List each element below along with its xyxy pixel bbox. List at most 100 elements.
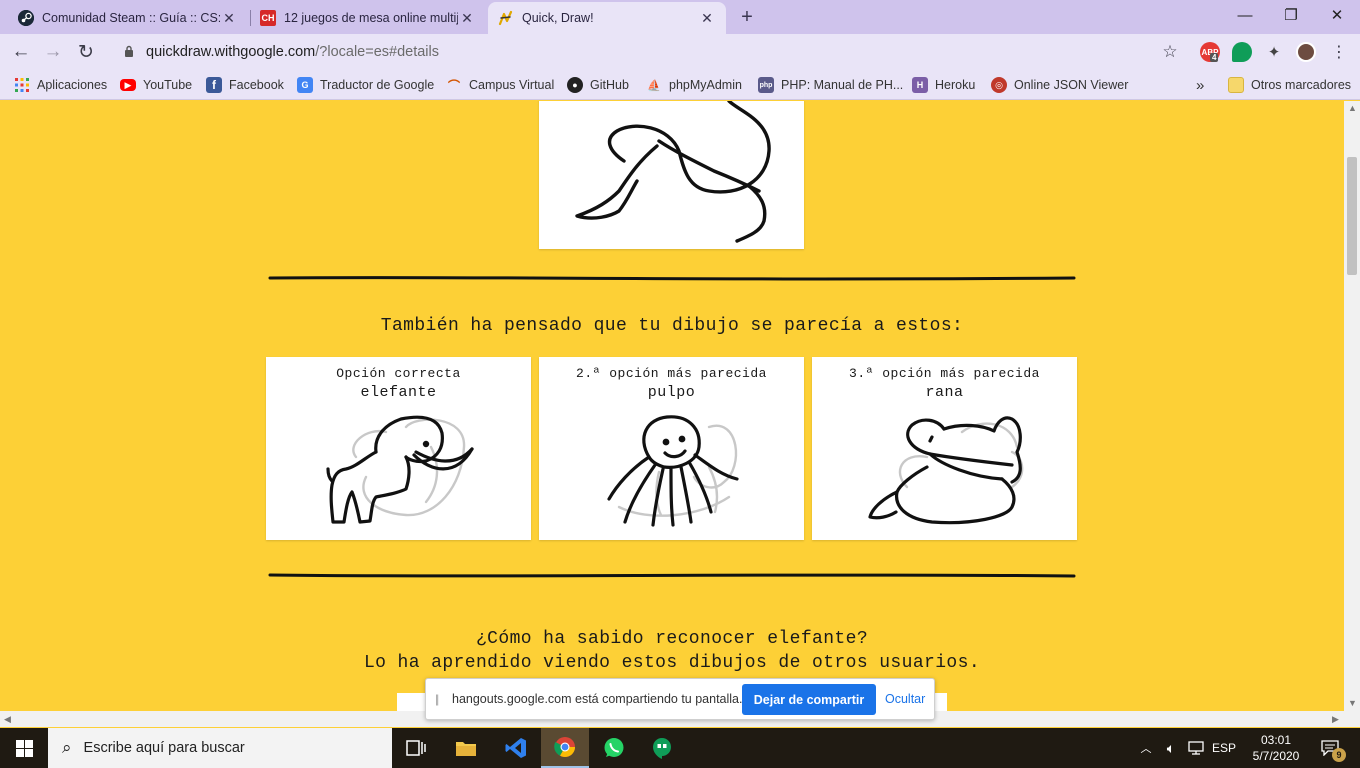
- apps-grid-icon: [14, 77, 30, 93]
- forward-arrow-icon: →: [43, 41, 63, 62]
- bookmark-facebook[interactable]: f Facebook: [206, 76, 284, 94]
- forward-button[interactable]: →: [38, 37, 68, 67]
- bookmarks-overflow-button[interactable]: »: [1196, 76, 1204, 94]
- whatsapp-button[interactable]: [590, 728, 638, 768]
- option-card-third[interactable]: 3.ª opción más parecida rana: [812, 357, 1077, 540]
- taskbar-search-box[interactable]: ⌕ Escribe aquí para buscar: [48, 728, 392, 768]
- folder-icon: [1228, 77, 1244, 93]
- tab-quick-draw[interactable]: Quick, Draw! ✕: [488, 2, 726, 34]
- more-vert-icon: ⋮: [1331, 44, 1347, 61]
- puzzle-extensions-icon[interactable]: ✦: [1264, 42, 1284, 62]
- option-rank-label: Opción correcta: [336, 366, 461, 381]
- bookmark-youtube[interactable]: ▶ YouTube: [120, 76, 192, 94]
- restore-button[interactable]: ❐: [1268, 0, 1314, 30]
- quickdraw-page: También ha pensado que tu dibujo se pare…: [0, 101, 1344, 711]
- scroll-right-icon[interactable]: ▶: [1332, 714, 1339, 725]
- tab-title: Comunidad Steam :: Guía :: CS:GO: [42, 11, 220, 25]
- option-card-second[interactable]: 2.ª opción más parecida pulpo: [539, 357, 804, 540]
- file-explorer-icon: [456, 742, 476, 756]
- ch-icon: CH: [260, 10, 276, 26]
- minimize-button[interactable]: —: [1222, 0, 1268, 30]
- bookmark-label: Heroku: [935, 78, 976, 92]
- clock-time: 03:01: [1260, 733, 1292, 747]
- lock-icon: [118, 45, 140, 60]
- drag-handle-icon[interactable]: ||: [435, 692, 439, 706]
- tab-strip: Comunidad Steam :: Guía :: CS:GO ✕ CH 12…: [0, 0, 1360, 34]
- chrome-button[interactable]: [541, 728, 589, 768]
- start-button[interactable]: [0, 728, 48, 768]
- action-center-button[interactable]: 9: [1312, 728, 1348, 768]
- learned-from-drawings-text: Lo ha aprendido viendo estos dibujos de …: [363, 653, 981, 673]
- bookmark-label: phpMyAdmin: [669, 78, 742, 92]
- bookmark-aplicaciones[interactable]: Aplicaciones: [14, 76, 107, 94]
- task-view-button[interactable]: [392, 728, 440, 768]
- close-window-button[interactable]: ✕: [1314, 0, 1360, 30]
- reload-icon: ↻: [78, 41, 94, 63]
- share-notification-text: hangouts.google.com está compartiendo tu…: [452, 692, 743, 706]
- address-bar[interactable]: quickdraw.withgoogle.com/?locale=es#deta…: [110, 38, 1192, 66]
- search-icon: ⌕: [62, 738, 72, 757]
- scroll-left-icon[interactable]: ◀: [4, 714, 11, 725]
- bookmarks-bar: Aplicaciones ▶ YouTube f Facebook G Trad…: [0, 70, 1360, 100]
- scroll-down-icon[interactable]: ▼: [1348, 698, 1357, 708]
- bookmark-google-translate[interactable]: G Traductor de Google: [297, 76, 434, 94]
- profile-avatar-icon[interactable]: [1296, 42, 1316, 62]
- volume-button[interactable]: 🔈︎: [1159, 728, 1183, 768]
- heroku-icon: H: [912, 77, 928, 93]
- option-rank-label: 3.ª opción más parecida: [849, 366, 1040, 381]
- screen-share-notification: || hangouts.google.com está compartiendo…: [425, 678, 935, 720]
- chrome-menu-button[interactable]: ⋮: [1324, 37, 1354, 67]
- language-indicator[interactable]: ESP: [1208, 728, 1240, 768]
- bookmark-label: Aplicaciones: [37, 78, 108, 92]
- whatsapp-icon: [604, 738, 624, 757]
- also-thought-heading: También ha pensado que tu dibujo se pare…: [380, 316, 964, 336]
- bookmark-label: Facebook: [229, 78, 284, 92]
- close-tab-icon[interactable]: ✕: [458, 10, 476, 27]
- hide-notification-button[interactable]: Ocultar: [885, 692, 925, 706]
- hangouts-extension-icon[interactable]: [1232, 42, 1252, 62]
- close-tab-icon[interactable]: ✕: [220, 10, 238, 27]
- quickdraw-icon: [498, 10, 514, 26]
- tab-steam-guide[interactable]: Comunidad Steam :: Guía :: CS:GO ✕: [8, 2, 248, 34]
- php-icon: php: [758, 77, 774, 93]
- close-tab-icon[interactable]: ✕: [698, 10, 716, 27]
- option-rank-label: 2.ª opción más parecida: [576, 366, 767, 381]
- bookmark-label: Campus Virtual: [469, 78, 555, 92]
- vscode-button[interactable]: [492, 728, 540, 768]
- back-button[interactable]: ←: [6, 37, 36, 67]
- steam-icon: [18, 10, 34, 26]
- bookmark-otros-marcadores[interactable]: Otros marcadores: [1228, 76, 1351, 94]
- task-view-icon: [406, 740, 426, 756]
- bookmark-php-manual[interactable]: php PHP: Manual de PH...: [758, 76, 903, 94]
- network-icon: [1188, 741, 1204, 755]
- hangouts-app-button[interactable]: [638, 728, 686, 768]
- how-recognized-heading: ¿Cómo ha sabido reconocer elefante?: [475, 629, 869, 649]
- tab-title: Quick, Draw!: [522, 11, 594, 25]
- search-placeholder: Escribe aquí para buscar: [83, 740, 245, 756]
- network-button[interactable]: [1185, 728, 1207, 768]
- adblock-extension-icon[interactable]: ABP 4: [1200, 42, 1220, 62]
- vertical-scrollbar[interactable]: ▲ ▼: [1344, 101, 1360, 711]
- campus-virtual-icon: ⌒: [447, 78, 460, 93]
- facebook-icon: f: [206, 77, 222, 93]
- option-card-correct[interactable]: Opción correcta elefante: [266, 357, 531, 540]
- bookmark-json-viewer[interactable]: ◎ Online JSON Viewer: [991, 76, 1128, 94]
- file-explorer-button[interactable]: [442, 728, 490, 768]
- vertical-scroll-thumb[interactable]: [1347, 157, 1357, 275]
- bookmark-label: YouTube: [143, 78, 193, 92]
- clock[interactable]: 03:01 5/7/2020: [1244, 728, 1308, 768]
- scroll-up-icon[interactable]: ▲: [1348, 103, 1357, 113]
- bookmark-star-button[interactable]: ☆: [1155, 37, 1185, 67]
- bookmark-phpmyadmin[interactable]: ⛵ phpMyAdmin: [646, 76, 742, 94]
- tab-title: 12 juegos de mesa online multijugador: [284, 11, 458, 25]
- tab-board-games[interactable]: CH 12 juegos de mesa online multijugador…: [250, 2, 486, 34]
- reload-button[interactable]: ↻: [71, 37, 101, 67]
- windows-logo-icon: [15, 739, 33, 757]
- show-hidden-icons-button[interactable]: ︿: [1136, 728, 1156, 768]
- bookmark-github[interactable]: ● GitHub: [567, 76, 629, 94]
- vscode-icon: [505, 738, 526, 758]
- bookmark-heroku[interactable]: H Heroku: [912, 76, 975, 94]
- bookmark-campus-virtual[interactable]: ⌒ Campus Virtual: [446, 76, 554, 94]
- stop-sharing-button[interactable]: Dejar de compartir: [742, 684, 876, 715]
- new-tab-button[interactable]: +: [734, 5, 760, 29]
